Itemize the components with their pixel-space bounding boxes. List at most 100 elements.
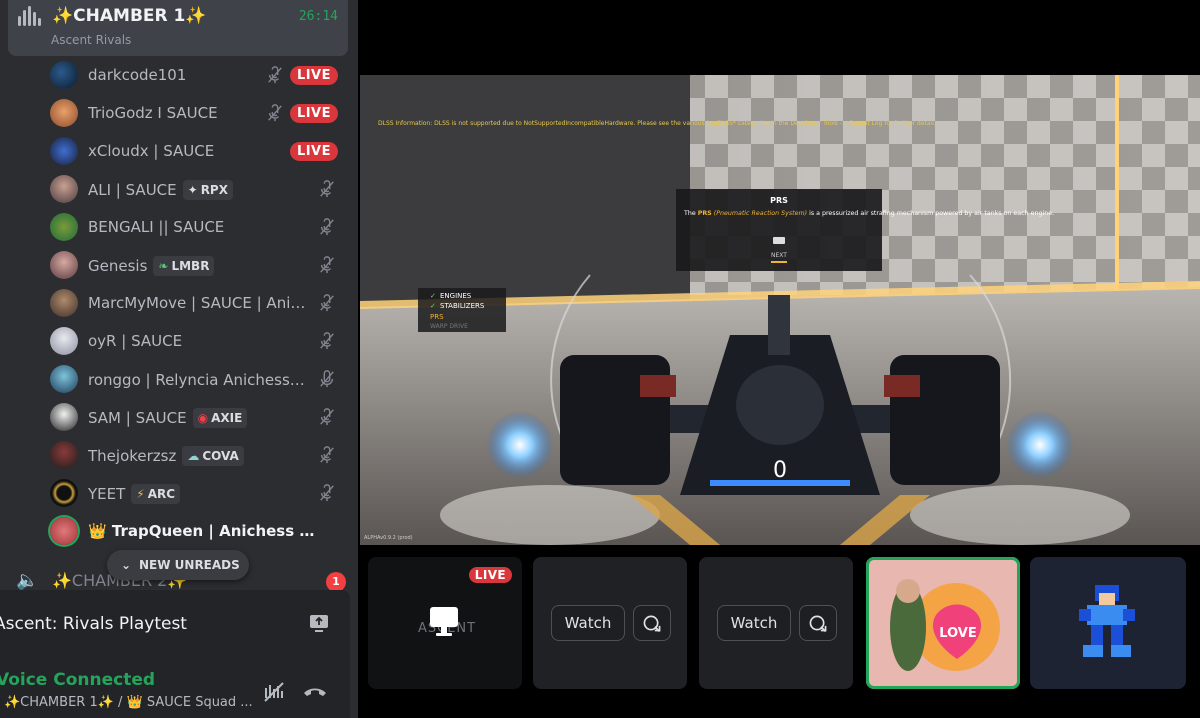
noise-suppression-icon[interactable]	[262, 680, 286, 704]
monitor-icon	[430, 607, 458, 636]
screen-share-icon[interactable]	[308, 612, 330, 634]
chevron-down-icon: ⌄	[121, 558, 132, 572]
server-tag: ❧ LMBR	[153, 256, 215, 276]
live-badge: LIVE	[289, 66, 338, 85]
channel-sidebar: ✨CHAMBER 1✨ 26:14 Ascent Rivals darkcode…	[0, 0, 358, 718]
participant-avatar: LOVE	[890, 579, 1000, 671]
avatar	[50, 99, 78, 127]
voice-member[interactable]: ALI | SAUCE ✦ RPX	[0, 170, 358, 208]
avatar	[50, 441, 78, 469]
tooltip-title: PRS	[770, 196, 788, 205]
disconnect-icon[interactable]	[302, 682, 328, 702]
mic-muted-icon	[320, 180, 334, 198]
mic-muted-icon	[320, 256, 334, 274]
mic-muted-icon	[320, 408, 334, 426]
unread-count-badge: 1	[326, 572, 346, 592]
member-name: Thejokerzsz ☁ COVA	[88, 446, 244, 466]
avatar	[50, 479, 78, 507]
pop-out-icon[interactable]	[799, 605, 837, 641]
live-badge: LIVE	[289, 142, 338, 161]
pop-out-icon[interactable]	[633, 605, 671, 641]
stream-tile[interactable]: Watch	[699, 557, 853, 689]
avatar	[50, 403, 78, 431]
member-name: darkcode101	[88, 66, 187, 84]
svg-text:✓: ✓	[430, 302, 436, 310]
member-name: Genesis ❧ LMBR	[88, 256, 215, 276]
voice-member[interactable]: MarcMyMove | SAUCE | Anic...	[0, 284, 358, 322]
stream-stage: DLSS Information: DLSS is not supported …	[358, 0, 1200, 718]
objective-checklist: ✓ ENGINES ✓ STABILIZERS PRS WARP DRIVE	[418, 288, 506, 332]
server-tag: ☁ COVA	[182, 446, 244, 466]
lightning-icon: ⚡	[136, 487, 145, 501]
stream-tile-strip: LIVE ASCENT Watch Watch LOVE	[368, 557, 1190, 691]
axie-icon: ◉	[197, 411, 209, 425]
stream-video[interactable]: DLSS Information: DLSS is not supported …	[360, 75, 1200, 545]
member-name: TrioGodz I SAUCE	[88, 104, 218, 122]
avatar	[50, 175, 78, 203]
voice-member[interactable]: SAM | SAUCE ◉ AXIE	[0, 398, 358, 436]
watch-button[interactable]: Watch	[551, 605, 625, 641]
svg-text:The PRS (Pneumatic Reaction Sy: The PRS (Pneumatic Reaction System) is a…	[683, 209, 1054, 217]
svg-text:✓: ✓	[430, 292, 436, 300]
diamond-icon: ✦	[187, 183, 198, 197]
mic-muted-icon	[320, 484, 334, 502]
member-name: SAM | SAUCE ◉ AXIE	[88, 408, 248, 428]
member-name: xCloudx | SAUCE	[88, 142, 215, 160]
member-name: YEET ⚡ ARC	[88, 484, 181, 504]
member-name: 👑 TrapQueen | Anichess ✨ SA...	[88, 522, 328, 540]
dlss-notice: DLSS Information: DLSS is not supported …	[378, 120, 936, 127]
love-sticker-text: LOVE	[939, 626, 976, 641]
activity-panel: Ascent: Rivals Playtest	[0, 590, 350, 658]
voice-connection-panel: Voice Connected ✨CHAMBER 1✨ / 👑 SAUCE Sq…	[0, 658, 350, 718]
stream-tile[interactable]: LIVE ASCENT	[368, 557, 522, 689]
avatar	[50, 61, 78, 89]
svg-text:STABILIZERS: STABILIZERS	[440, 302, 485, 310]
speed-readout: 0	[773, 458, 787, 483]
mic-muted-icon	[268, 104, 282, 122]
mic-icon	[320, 370, 334, 388]
voice-member[interactable]: oyR | SAUCE	[0, 322, 358, 360]
stream-tile[interactable]: Watch	[533, 557, 687, 689]
watch-button[interactable]: Watch	[717, 605, 791, 641]
avatar	[50, 213, 78, 241]
svg-text:NEXT: NEXT	[771, 252, 787, 259]
mic-muted-icon	[320, 294, 334, 312]
speaker-icon: 🔈	[16, 570, 39, 591]
voice-member[interactable]: YEET ⚡ ARC	[0, 474, 358, 512]
voice-connected-status: Voice Connected	[0, 670, 156, 690]
live-badge: LIVE	[289, 104, 338, 123]
voice-member[interactable]: TrioGodz I SAUCE LIVE	[0, 94, 358, 132]
voice-activity-icon	[18, 6, 44, 28]
voice-channel-timer: 26:14	[298, 9, 338, 24]
voice-channel-chamber-1[interactable]: ✨CHAMBER 1✨ 26:14 Ascent Rivals	[8, 0, 348, 56]
voice-channel-name: ✨CHAMBER 1✨	[52, 6, 207, 26]
server-tag: ⚡ ARC	[131, 484, 181, 504]
avatar	[50, 517, 78, 545]
voice-member[interactable]: ronggo | Relyncia Anichess ✦	[0, 360, 358, 398]
server-tag: ✦ RPX	[182, 180, 233, 200]
voice-member[interactable]: BENGALI || SAUCE	[0, 208, 358, 246]
cloud-icon: ☁	[187, 449, 200, 463]
mic-muted-icon	[268, 66, 282, 84]
voice-member[interactable]: xCloudx | SAUCE LIVE	[0, 132, 358, 170]
mic-muted-icon	[320, 446, 334, 464]
mic-muted-icon	[320, 218, 334, 236]
participant-tile-speaking[interactable]: LOVE	[866, 557, 1020, 689]
mic-muted-icon	[320, 332, 334, 350]
voice-member-list: darkcode101 LIVE TrioGodz I SAUCE LIVE x…	[0, 56, 358, 550]
new-unreads-button[interactable]: ⌄ NEW UNREADS	[107, 550, 249, 580]
voice-member[interactable]: Thejokerzsz ☁ COVA	[0, 436, 358, 474]
avatar	[50, 251, 78, 279]
voice-member[interactable]: darkcode101 LIVE	[0, 56, 358, 94]
member-name: ronggo | Relyncia Anichess ✦	[88, 370, 310, 390]
avatar	[50, 327, 78, 355]
activity-title: Ascent: Rivals Playtest	[0, 614, 187, 634]
server-tag: ◉ AXIE	[192, 408, 248, 428]
voice-channel-activity: Ascent Rivals	[51, 33, 132, 47]
svg-text:PRS: PRS	[430, 313, 444, 321]
voice-member-self[interactable]: 👑 TrapQueen | Anichess ✨ SA...	[0, 512, 358, 550]
avatar	[50, 137, 78, 165]
voice-member[interactable]: Genesis ❧ LMBR	[0, 246, 358, 284]
participant-tile[interactable]	[1030, 557, 1186, 689]
member-name: BENGALI || SAUCE	[88, 218, 225, 236]
